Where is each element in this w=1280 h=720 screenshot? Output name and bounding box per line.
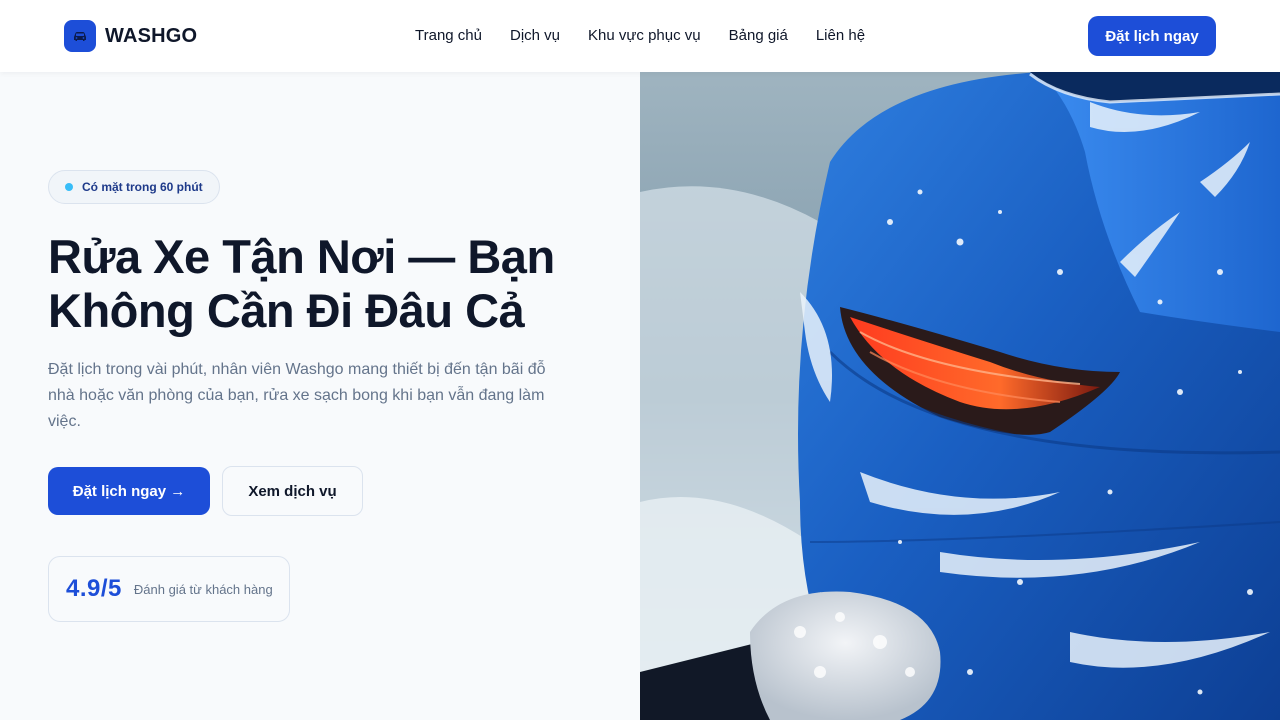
site-header: WASHGO Trang chủ Dịch vụ Khu vực phục vụ… [0,0,1280,72]
book-now-button[interactable]: Đặt lịch ngay → [48,467,210,515]
main-nav: Trang chủ Dịch vụ Khu vực phục vụ Bảng g… [415,26,893,46]
car-wash-photo [640,72,1280,720]
availability-badge: Có mặt trong 60 phút [48,170,220,204]
headline-line-1: Rửa Xe Tận Nơi — Bạn [48,230,555,283]
status-dot-icon [65,183,73,191]
view-services-button[interactable]: Xem dịch vụ [222,466,363,516]
hero-image [640,72,1280,720]
car-icon [64,20,96,52]
nav-item-service-area[interactable]: Khu vực phục vụ [588,26,701,46]
nav-item-pricing[interactable]: Bảng giá [729,26,788,46]
rating-card: 4.9/5 Đánh giá từ khách hàng [48,556,290,622]
nav-item-contact[interactable]: Liên hệ [816,26,865,46]
headline-line-2: Không Cần Đi Đâu Cả [48,284,525,337]
book-now-header-button[interactable]: Đặt lịch ngay [1088,16,1216,56]
nav-item-home[interactable]: Trang chủ [415,26,482,46]
badge-label: Có mặt trong 60 phút [82,180,203,194]
hero-headline: Rửa Xe Tận Nơi — Bạn Không Cần Đi Đâu Cả [48,230,608,338]
nav-item-services[interactable]: Dịch vụ [510,26,560,46]
hero-description: Đặt lịch trong vài phút, nhân viên Washg… [48,361,546,430]
brand-name: WASHGO [105,24,198,47]
brand[interactable]: WASHGO [64,20,197,52]
rating-score: 4.9/5 [66,575,122,602]
rating-label: Đánh giá từ khách hàng [133,581,273,597]
